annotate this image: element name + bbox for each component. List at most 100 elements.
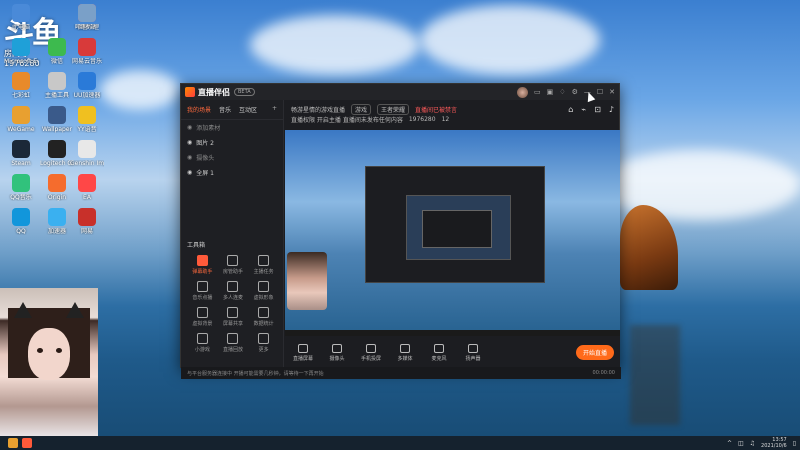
desktop-icon[interactable]: 网易 — [70, 208, 104, 235]
toolbox-item[interactable]: 多人连麦 — [218, 281, 249, 301]
network-icon[interactable]: ◫ — [738, 440, 744, 447]
desktop-icon[interactable]: Genshin Impact — [70, 140, 104, 167]
shirt-icon[interactable]: ♢ — [559, 88, 565, 96]
toolbox-item[interactable]: 弹幕助手 — [187, 255, 218, 275]
add-scene-icon[interactable]: + — [272, 105, 277, 114]
share-icon[interactable]: ⌁ — [581, 105, 586, 114]
app-logo-icon — [185, 87, 195, 97]
desktop-icon[interactable]: UU加速器 — [70, 72, 104, 99]
desktop-icon[interactable]: Origin — [40, 174, 74, 201]
preview-webcam — [287, 252, 327, 310]
toolbox-item[interactable]: 小游戏 — [187, 333, 218, 353]
scene-panel: 我的场景 音乐 互动区 + ◉ 添加素材 ◉ 图片 2 ◉ 摄像头 ◉ 全屏 1 工具箱… — [181, 100, 284, 369]
maximize-icon[interactable]: ☐ — [597, 88, 603, 96]
toolbox-item[interactable]: 直播回放 — [218, 333, 249, 353]
tool-label: 屏幕共享 — [222, 321, 243, 327]
scene-item-fullscreen[interactable]: ◉ 全屏 1 — [181, 165, 283, 180]
start-stream-button[interactable]: 开始直播 — [575, 345, 614, 360]
desktop-icon[interactable]: 此电脑 — [4, 4, 38, 31]
media-source-button[interactable]: 多媒体 — [393, 343, 417, 362]
desktop-icon[interactable]: Steam — [4, 140, 38, 167]
taskbar-clock[interactable]: 13:57 2021/10/6 — [761, 437, 787, 449]
eye-icon[interactable]: ◉ — [187, 124, 192, 131]
speaker-button[interactable]: 扬声器 — [461, 343, 485, 362]
titlebar-controls: ▭ ▣ ♢ ⚙ — ☐ ✕ — [517, 86, 615, 98]
desktop-icon[interactable]: QQ音乐 — [4, 174, 38, 201]
desktop-icon[interactable]: Logitech G HUB — [40, 140, 74, 167]
desktop-icon[interactable]: 网易云音乐 — [70, 38, 104, 65]
tool-label: 房管助手 — [222, 269, 243, 275]
webcam-eye — [56, 348, 62, 353]
taskbar-app-icon[interactable] — [8, 438, 18, 448]
eye-icon[interactable]: ◉ — [187, 154, 192, 161]
desktop-icon[interactable]: Microsoft Edge — [4, 38, 38, 65]
desktop-icon[interactable]: YY语音 — [70, 106, 104, 133]
toolbox-item[interactable]: 虚拟形象 — [248, 281, 279, 301]
eye-icon[interactable]: ◉ — [187, 169, 192, 176]
toolbox-item[interactable]: 音乐点播 — [187, 281, 218, 301]
volume-icon[interactable]: ♫ — [750, 440, 755, 447]
toolbox-item[interactable]: 主播任务 — [248, 255, 279, 275]
tab-interaction[interactable]: 互动区 — [239, 105, 257, 114]
toolbox-item[interactable]: 更多 — [248, 333, 279, 353]
scene-item-add[interactable]: ◉ 添加素材 — [181, 120, 283, 135]
desktop-icon[interactable]: 回收站 — [70, 4, 104, 31]
app-icon — [48, 72, 66, 90]
desktop-icon-label: 回收站 — [77, 24, 96, 31]
toolbox-item[interactable]: 数据统计 — [248, 307, 279, 327]
settings-icon[interactable]: ⚙ — [572, 88, 578, 96]
app-icon — [78, 140, 96, 158]
desktop-icon[interactable]: 加速器 — [40, 208, 74, 235]
chevron-up-icon[interactable]: ^ — [727, 440, 732, 447]
tab-music[interactable]: 音乐 — [219, 105, 231, 114]
tool-label: 数据统计 — [253, 321, 274, 327]
category-select[interactable]: 王者荣耀 — [377, 103, 410, 115]
screen-source-button[interactable]: 直播屏幕 — [291, 343, 315, 362]
avatar[interactable] — [517, 86, 529, 98]
desktop-icon[interactable]: EA — [70, 174, 104, 201]
camera-source-button[interactable]: 摄像头 — [325, 343, 349, 362]
lock-icon[interactable]: ⊡ — [594, 105, 601, 114]
stream-preview[interactable] — [285, 130, 620, 336]
stream-timer: 00:00:00 — [592, 370, 615, 376]
tool-label: 主播任务 — [253, 269, 274, 275]
bell-icon[interactable]: ♪ — [609, 105, 614, 114]
message-icon[interactable]: ▭ — [534, 88, 541, 96]
taskbar-app-icon[interactable] — [22, 438, 32, 448]
info-icons: ⌂ ⌁ ⊡ ♪ — [568, 105, 614, 114]
desktop-icon[interactable]: 微信 — [40, 38, 74, 65]
desktop-icon[interactable]: WeGame — [4, 106, 38, 133]
scene-item-image[interactable]: ◉ 图片 2 — [181, 135, 283, 150]
main-area: 畅游星情的游戏直播 游戏 王者荣耀 直播间已被禁言 ⌂ ⌁ ⊡ ♪ 直播权限 开… — [285, 100, 620, 369]
room-title[interactable]: 畅游星情的游戏直播 — [291, 105, 345, 114]
category-tag[interactable]: 游戏 — [351, 103, 372, 115]
desktop-icon[interactable]: QQ — [4, 208, 38, 235]
toolbox-item[interactable]: 房管助手 — [218, 255, 249, 275]
webcam-overlay — [0, 288, 98, 436]
desktop-icon[interactable]: Wallpaper — [40, 106, 74, 133]
rock-reflection — [630, 325, 680, 425]
desktop-icon-label: YY语音 — [77, 126, 97, 133]
desktop-icon-label: Logitech G HUB — [40, 160, 74, 167]
phone-cast-button[interactable]: 手机投屏 — [359, 343, 383, 362]
monitor-icon — [298, 343, 308, 353]
webcam-face — [28, 328, 70, 380]
gift-icon[interactable]: ⌂ — [568, 105, 573, 114]
notification-icon[interactable]: ▯ — [793, 440, 796, 447]
scene-item-camera[interactable]: ◉ 摄像头 — [181, 150, 283, 165]
toolbox-item[interactable]: 屏幕共享 — [218, 307, 249, 327]
close-icon[interactable]: ✕ — [609, 88, 615, 96]
app-titlebar: 直播伴侣 BETA ▭ ▣ ♢ ⚙ — ☐ ✕ — [181, 84, 619, 100]
microphone-button[interactable]: 麦克风 — [427, 343, 451, 362]
toolbox-item[interactable]: 虚拟背景 — [187, 307, 218, 327]
streaming-app-window: 直播伴侣 BETA ▭ ▣ ♢ ⚙ — ☐ ✕ 我的场景 音乐 互动区 + ◉ 添… — [180, 83, 621, 379]
tab-my-scenes[interactable]: 我的场景 — [187, 105, 211, 114]
desktop-icon-label: Wallpaper — [41, 126, 72, 133]
cloud — [100, 70, 180, 110]
app-icon — [78, 208, 96, 226]
desktop-icon[interactable]: 主播工具 — [40, 72, 74, 99]
cloud — [250, 15, 420, 75]
desktop-icon[interactable]: 七彩虹 — [4, 72, 38, 99]
eye-icon[interactable]: ◉ — [187, 139, 192, 146]
screen-icon[interactable]: ▣ — [547, 88, 554, 96]
